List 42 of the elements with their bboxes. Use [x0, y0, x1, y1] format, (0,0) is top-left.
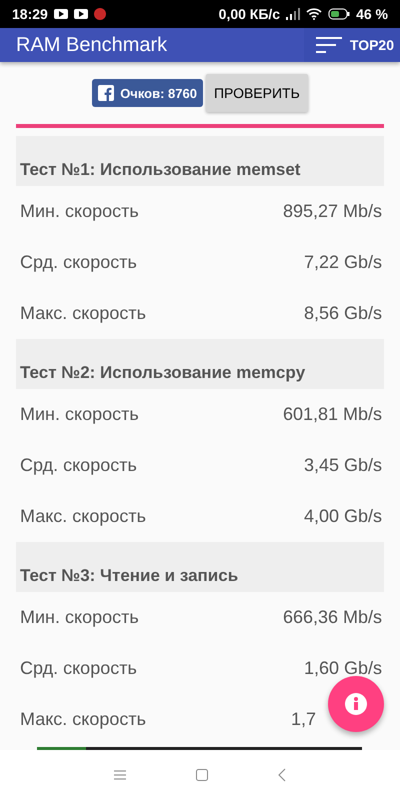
metric-value: 666,36 Mb/s: [282, 607, 382, 628]
ad-banner[interactable]: [37, 747, 362, 750]
metric-label: Срд. скорость: [20, 455, 137, 476]
wifi-icon: [306, 8, 322, 20]
network-speed: 0,00 КБ/с: [218, 6, 280, 22]
metric-label: Мин. скорость: [20, 404, 139, 425]
metric-value: 895,27 Mb/s: [282, 201, 382, 222]
metric-value: 1,7: [290, 709, 316, 730]
video-icon: [74, 9, 88, 19]
metric-value: 8,56 Gb/s: [304, 303, 382, 324]
check-button[interactable]: ПРОВЕРИТЬ: [206, 74, 308, 112]
metric-value: 4,00 Gb/s: [304, 506, 382, 527]
section-header: Тест №3: Чтение и запись: [16, 542, 384, 592]
home-icon[interactable]: [196, 769, 208, 781]
metric-label: Мин. скорость: [20, 607, 139, 628]
metric-value: 3,45 Gb/s: [304, 455, 382, 476]
info-button[interactable]: [328, 676, 384, 732]
sort-icon: [316, 36, 342, 54]
info-icon: [345, 693, 367, 715]
menu-icon[interactable]: [114, 770, 126, 780]
clock: 18:29: [12, 6, 48, 22]
back-icon[interactable]: [278, 768, 286, 782]
metric-label: Макс. скорость: [20, 709, 146, 730]
bug-icon: [94, 8, 106, 20]
facebook-icon: [98, 85, 114, 101]
metric-value: 1,60 Gb/s: [304, 658, 382, 679]
metric-label: Макс. скорость: [20, 506, 146, 527]
metric-value: 7,22 Gb/s: [304, 252, 382, 273]
metric-label: Срд. скорость: [20, 252, 137, 273]
metric-label: Макс. скорость: [20, 303, 146, 324]
metric-label: Мин. скорость: [20, 201, 139, 222]
app-title: RAM Benchmark: [16, 34, 168, 56]
metric-value: 601,81 Mb/s: [282, 404, 382, 425]
battery-level: 46 %: [356, 6, 388, 22]
metric-label: Срд. скорость: [20, 658, 137, 679]
battery-icon: [328, 8, 350, 20]
top20-button[interactable]: TOP20: [304, 28, 400, 62]
video-icon: [54, 9, 68, 19]
section-header: Тест №2: Использование memcpy: [16, 339, 384, 389]
signal-icon: [286, 8, 300, 20]
section-header: Тест №1: Использование memset: [16, 136, 384, 186]
facebook-score-button[interactable]: Очков: 8760: [92, 79, 203, 107]
